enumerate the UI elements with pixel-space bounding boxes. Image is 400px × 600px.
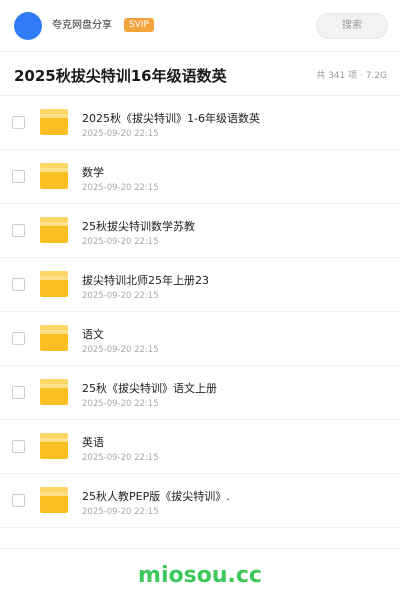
file-date: 2025-09-20 22:15 — [82, 399, 159, 409]
file-name[interactable]: 25秋拔尖特训数学苏教 — [82, 220, 195, 234]
select-checkbox[interactable] — [12, 224, 25, 237]
folder-icon — [40, 325, 68, 351]
folder-icon — [40, 217, 68, 243]
select-checkbox[interactable] — [12, 278, 25, 291]
file-row[interactable]: 25秋拔尖特训数学苏教 2025-09-20 22:15 — [0, 204, 400, 258]
folder-icon — [40, 487, 68, 513]
sharer-name[interactable]: 夸克网盘分享 — [52, 19, 112, 33]
share-header: 夸克网盘分享 SVIP 搜索 — [0, 0, 400, 52]
search-input[interactable]: 搜索 — [316, 13, 388, 39]
select-checkbox[interactable] — [12, 170, 25, 183]
file-row[interactable]: 语文 2025-09-20 22:15 — [0, 312, 400, 366]
file-row[interactable]: 25秋《拔尖特训》语文上册 2025-09-20 22:15 — [0, 366, 400, 420]
folder-icon — [40, 163, 68, 189]
select-checkbox[interactable] — [12, 386, 25, 399]
file-name[interactable]: 25秋《拔尖特训》语文上册 — [82, 382, 217, 396]
folder-icon — [40, 433, 68, 459]
file-date: 2025-09-20 22:15 — [82, 345, 159, 355]
file-row[interactable]: 数学 2025-09-20 22:15 — [0, 150, 400, 204]
svip-badge: SVIP — [124, 18, 154, 32]
file-date: 2025-09-20 22:15 — [82, 237, 159, 247]
file-date: 2025-09-20 22:15 — [82, 291, 159, 301]
select-checkbox[interactable] — [12, 332, 25, 345]
folder-icon — [40, 109, 68, 135]
file-row[interactable]: 拔尖特训北师25年上册23 2025-09-20 22:15 — [0, 258, 400, 312]
file-list: 2025秋《拔尖特训》1-6年级语数英 2025-09-20 22:15 数学 … — [0, 96, 400, 528]
folder-title-bar: 2025秋拔尖特训16年级语数英 共 341 项 · 7.2G — [0, 52, 400, 96]
select-checkbox[interactable] — [12, 494, 25, 507]
file-date: 2025-09-20 22:15 — [82, 183, 159, 193]
file-name[interactable]: 拔尖特训北师25年上册23 — [82, 274, 209, 288]
select-checkbox[interactable] — [12, 440, 25, 453]
folder-stats: 共 341 项 · 7.2G — [316, 71, 387, 81]
folder-icon — [40, 379, 68, 405]
file-row[interactable]: 2025秋《拔尖特训》1-6年级语数英 2025-09-20 22:15 — [0, 96, 400, 150]
file-name[interactable]: 2025秋《拔尖特训》1-6年级语数英 — [82, 112, 260, 126]
file-date: 2025-09-20 22:15 — [82, 507, 159, 517]
file-name[interactable]: 数学 — [82, 166, 104, 180]
file-row[interactable]: 25秋人教PEP版《拔尖特训》. 2025-09-20 22:15 — [0, 474, 400, 528]
file-date: 2025-09-20 22:15 — [82, 129, 159, 139]
file-name[interactable]: 语文 — [82, 328, 104, 342]
select-checkbox[interactable] — [12, 116, 25, 129]
watermark-text: miosou.cc — [138, 563, 262, 588]
page-title: 2025秋拔尖特训16年级语数英 — [14, 67, 227, 85]
file-date: 2025-09-20 22:15 — [82, 453, 159, 463]
folder-icon — [40, 271, 68, 297]
file-row[interactable]: 英语 2025-09-20 22:15 — [0, 420, 400, 474]
file-name[interactable]: 英语 — [82, 436, 104, 450]
file-name[interactable]: 25秋人教PEP版《拔尖特训》. — [82, 490, 230, 504]
avatar[interactable] — [14, 12, 42, 40]
footer: miosou.cc — [0, 548, 400, 600]
